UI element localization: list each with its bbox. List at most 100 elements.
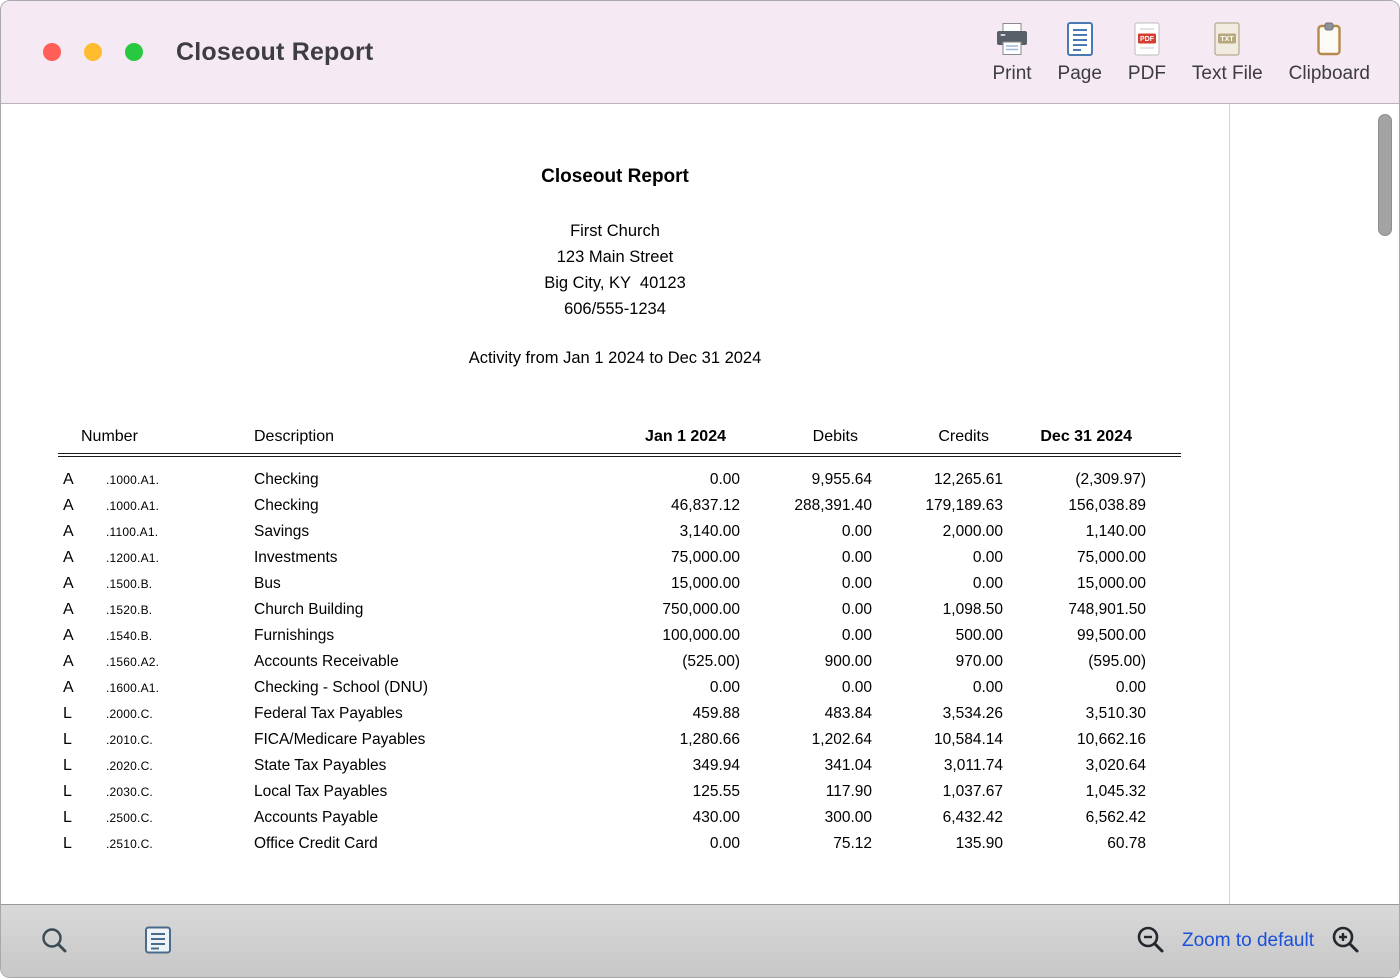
report-table-header: Number Description Jan 1 2024 Debits Cre… [58, 428, 1181, 457]
table-row: A .1540.B. Furnishings 100,000.00 0.00 5… [58, 623, 1181, 649]
account-number: .2500.C. [98, 805, 248, 831]
end-balance: 156,038.89 [1003, 493, 1146, 519]
account-type: A [58, 545, 98, 571]
credits-value: 0.00 [872, 675, 1003, 701]
start-balance: 459.88 [573, 701, 740, 727]
account-description: State Tax Payables [248, 753, 573, 779]
vertical-scrollbar-thumb[interactable] [1378, 114, 1392, 236]
svg-text:TXT: TXT [1221, 36, 1235, 43]
account-description: Accounts Payable [248, 805, 573, 831]
end-balance: 748,901.50 [1003, 597, 1146, 623]
account-number: .1560.A2. [98, 649, 248, 675]
magnifier-button[interactable] [39, 925, 69, 958]
page-button[interactable]: Page [1045, 14, 1115, 91]
pdf-icon: PDF [1132, 22, 1162, 56]
debits-value: 483.84 [740, 701, 872, 727]
debits-value: 0.00 [740, 597, 872, 623]
end-balance: 6,562.42 [1003, 805, 1146, 831]
end-balance: 75,000.00 [1003, 545, 1146, 571]
table-row: A .1520.B. Church Building 750,000.00 0.… [58, 597, 1181, 623]
start-balance: 0.00 [573, 831, 740, 857]
header-credits: Credits [872, 428, 1003, 446]
end-balance: 99,500.00 [1003, 623, 1146, 649]
print-button[interactable]: Print [979, 14, 1044, 91]
zoom-to-default-link[interactable]: Zoom to default [1182, 930, 1314, 952]
account-number: .2510.C. [98, 831, 248, 857]
zoom-out-button[interactable] [1135, 924, 1166, 958]
page-icon [1065, 22, 1095, 56]
app-window: Closeout Report Print [0, 0, 1400, 978]
account-type: L [58, 727, 98, 753]
account-type: A [58, 623, 98, 649]
clipboard-icon [1314, 22, 1344, 56]
account-description: Church Building [248, 597, 573, 623]
account-description: Local Tax Payables [248, 779, 573, 805]
magnifier-icon [39, 925, 69, 958]
end-balance: 3,020.64 [1003, 753, 1146, 779]
credits-value: 3,011.74 [872, 753, 1003, 779]
account-number: .2030.C. [98, 779, 248, 805]
credits-value: 179,189.63 [872, 493, 1003, 519]
start-balance: 100,000.00 [573, 623, 740, 649]
credits-value: 500.00 [872, 623, 1003, 649]
account-type: A [58, 493, 98, 519]
start-balance: 349.94 [573, 753, 740, 779]
start-balance: 1,280.66 [573, 727, 740, 753]
debits-value: 300.00 [740, 805, 872, 831]
debits-value: 288,391.40 [740, 493, 872, 519]
end-balance: 1,045.32 [1003, 779, 1146, 805]
account-description: Accounts Receivable [248, 649, 573, 675]
account-description: Savings [248, 519, 573, 545]
text-file-button[interactable]: TXT Text File [1179, 14, 1276, 91]
org-line: Big City, KY 40123 [1, 270, 1229, 296]
pdf-button[interactable]: PDF PDF [1115, 14, 1179, 91]
window-title: Closeout Report [176, 38, 373, 67]
end-balance: 60.78 [1003, 831, 1146, 857]
account-number: .1500.B. [98, 571, 248, 597]
clipboard-button[interactable]: Clipboard [1276, 14, 1383, 91]
account-type: A [58, 597, 98, 623]
page-edge-divider [1229, 104, 1230, 904]
credits-value: 3,534.26 [872, 701, 1003, 727]
start-balance: 125.55 [573, 779, 740, 805]
zoom-in-button[interactable] [1330, 924, 1361, 958]
report-document: Closeout Report First Church123 Main Str… [1, 104, 1229, 860]
debits-value: 0.00 [740, 571, 872, 597]
account-number: .2020.C. [98, 753, 248, 779]
header-description: Description [248, 428, 573, 446]
table-row: L .2000.C. Federal Tax Payables 459.88 4… [58, 701, 1181, 727]
clipboard-button-label: Clipboard [1289, 63, 1370, 85]
credits-value: 6,432.42 [872, 805, 1003, 831]
report-text-view-button[interactable] [143, 925, 173, 958]
account-type: L [58, 701, 98, 727]
close-window-button[interactable] [43, 43, 61, 61]
debits-value: 9,955.64 [740, 467, 872, 493]
pdf-button-label: PDF [1128, 63, 1166, 85]
org-address-block: First Church123 Main StreetBig City, KY … [1, 218, 1229, 322]
account-number: .2010.C. [98, 727, 248, 753]
debits-value: 0.00 [740, 519, 872, 545]
table-row: A .1100.A1. Savings 3,140.00 0.00 2,000.… [58, 519, 1181, 545]
debits-value: 341.04 [740, 753, 872, 779]
end-balance: 15,000.00 [1003, 571, 1146, 597]
credits-value: 0.00 [872, 571, 1003, 597]
account-description: FICA/Medicare Payables [248, 727, 573, 753]
report-view: Closeout Report First Church123 Main Str… [1, 104, 1399, 904]
credits-value: 970.00 [872, 649, 1003, 675]
printer-icon [994, 22, 1030, 56]
account-description: Checking [248, 467, 573, 493]
credits-value: 135.90 [872, 831, 1003, 857]
text-file-icon: TXT [1212, 22, 1242, 56]
credits-value: 1,037.67 [872, 779, 1003, 805]
debits-value: 117.90 [740, 779, 872, 805]
header-end-date: Dec 31 2024 [1003, 428, 1146, 446]
minimize-window-button[interactable] [84, 43, 102, 61]
statusbar: Zoom to default [1, 904, 1399, 977]
debits-value: 0.00 [740, 623, 872, 649]
start-balance: 46,837.12 [573, 493, 740, 519]
account-type: A [58, 467, 98, 493]
end-balance: (595.00) [1003, 649, 1146, 675]
zoom-window-button[interactable] [125, 43, 143, 61]
credits-value: 2,000.00 [872, 519, 1003, 545]
header-number: Number [58, 428, 248, 446]
